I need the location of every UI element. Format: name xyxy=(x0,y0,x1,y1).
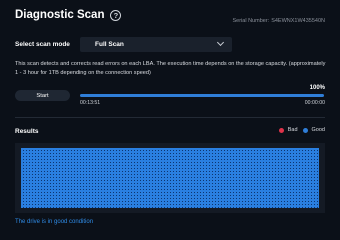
help-icon[interactable]: ? xyxy=(110,9,122,21)
bad-indicator-icon xyxy=(278,127,284,133)
sector-grid xyxy=(21,148,319,208)
sector-map xyxy=(15,143,325,213)
good-indicator-icon xyxy=(302,127,308,133)
progress-bar xyxy=(80,94,324,97)
elapsed-time: 00:13:51 xyxy=(80,100,101,106)
serial-number-value: S4EWNX1W435540N xyxy=(271,18,325,24)
start-button[interactable]: Start xyxy=(15,90,70,101)
remaining-time: 00:00:00 xyxy=(304,100,325,106)
legend-item-bad: Bad xyxy=(278,127,298,133)
scan-mode-label: Select scan mode xyxy=(15,41,70,48)
results-heading: Results xyxy=(15,128,39,135)
page-title: Diagnostic Scan ? xyxy=(15,9,122,21)
serial-number-label: Serial Number: xyxy=(232,18,270,24)
legend-label-bad: Bad xyxy=(287,127,298,133)
page-title-text: Diagnostic Scan xyxy=(15,9,105,21)
scan-description: This scan detects and corrects read erro… xyxy=(15,61,326,76)
scan-mode-select[interactable]: Full Scan xyxy=(80,37,232,52)
drive-status-message: The drive is in good condition xyxy=(15,219,94,225)
section-divider xyxy=(15,117,325,118)
scan-mode-selected-value: Full Scan xyxy=(95,41,124,48)
chevron-down-icon xyxy=(216,38,225,47)
serial-number: Serial Number: S4EWNX1W435540N xyxy=(233,18,326,24)
progress-bar-fill xyxy=(80,94,324,97)
legend-item-good: Good xyxy=(302,127,325,133)
results-legend: Bad Good xyxy=(278,127,325,133)
progress-percent: 100% xyxy=(309,85,325,91)
legend-label-good: Good xyxy=(311,127,325,133)
